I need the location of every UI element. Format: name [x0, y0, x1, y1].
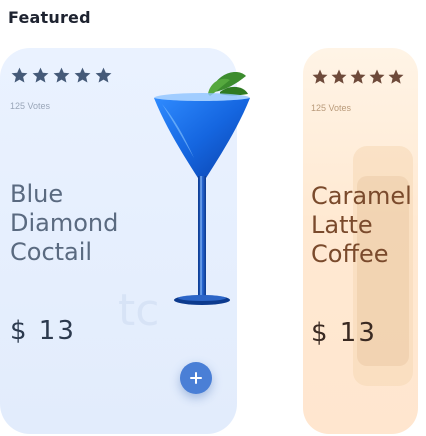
star-icon [350, 69, 366, 84]
star-icon [53, 67, 70, 83]
product-card-caramel-latte[interactable]: 125 Votes Caramel Latte Coffee $ 13 [303, 48, 418, 434]
star-icon [331, 69, 347, 84]
star-icon [388, 69, 404, 84]
star-icon [32, 67, 49, 83]
plus-icon [190, 372, 202, 384]
add-to-cart-button[interactable] [180, 362, 212, 394]
section-title: Featured [8, 8, 91, 27]
product-price: $ 13 [311, 318, 377, 348]
star-icon [312, 69, 328, 84]
star-icon [11, 67, 28, 83]
product-name-line: Blue [10, 180, 64, 208]
product-name: Caramel Latte Coffee [311, 182, 412, 269]
product-name-line: Caramel [311, 182, 412, 210]
star-icon [369, 69, 385, 84]
product-name-line: Coffee [311, 240, 389, 268]
product-name-line: Diamond [10, 209, 119, 237]
vote-count: 125 Votes [311, 103, 352, 113]
star-icon [74, 67, 91, 83]
product-name-line: Latte [311, 211, 373, 239]
rating-stars [10, 66, 113, 85]
product-price: $ 13 [10, 316, 76, 346]
cocktail-image [154, 72, 250, 305]
featured-page: Featured tc 125 Votes Blue Diamond Cocta… [0, 0, 426, 436]
star-icon [95, 67, 112, 83]
product-name-line: Coctail [10, 238, 93, 266]
vote-count: 125 Votes [10, 101, 51, 111]
rating-stars [311, 68, 405, 86]
product-name: Blue Diamond Coctail [10, 180, 160, 267]
